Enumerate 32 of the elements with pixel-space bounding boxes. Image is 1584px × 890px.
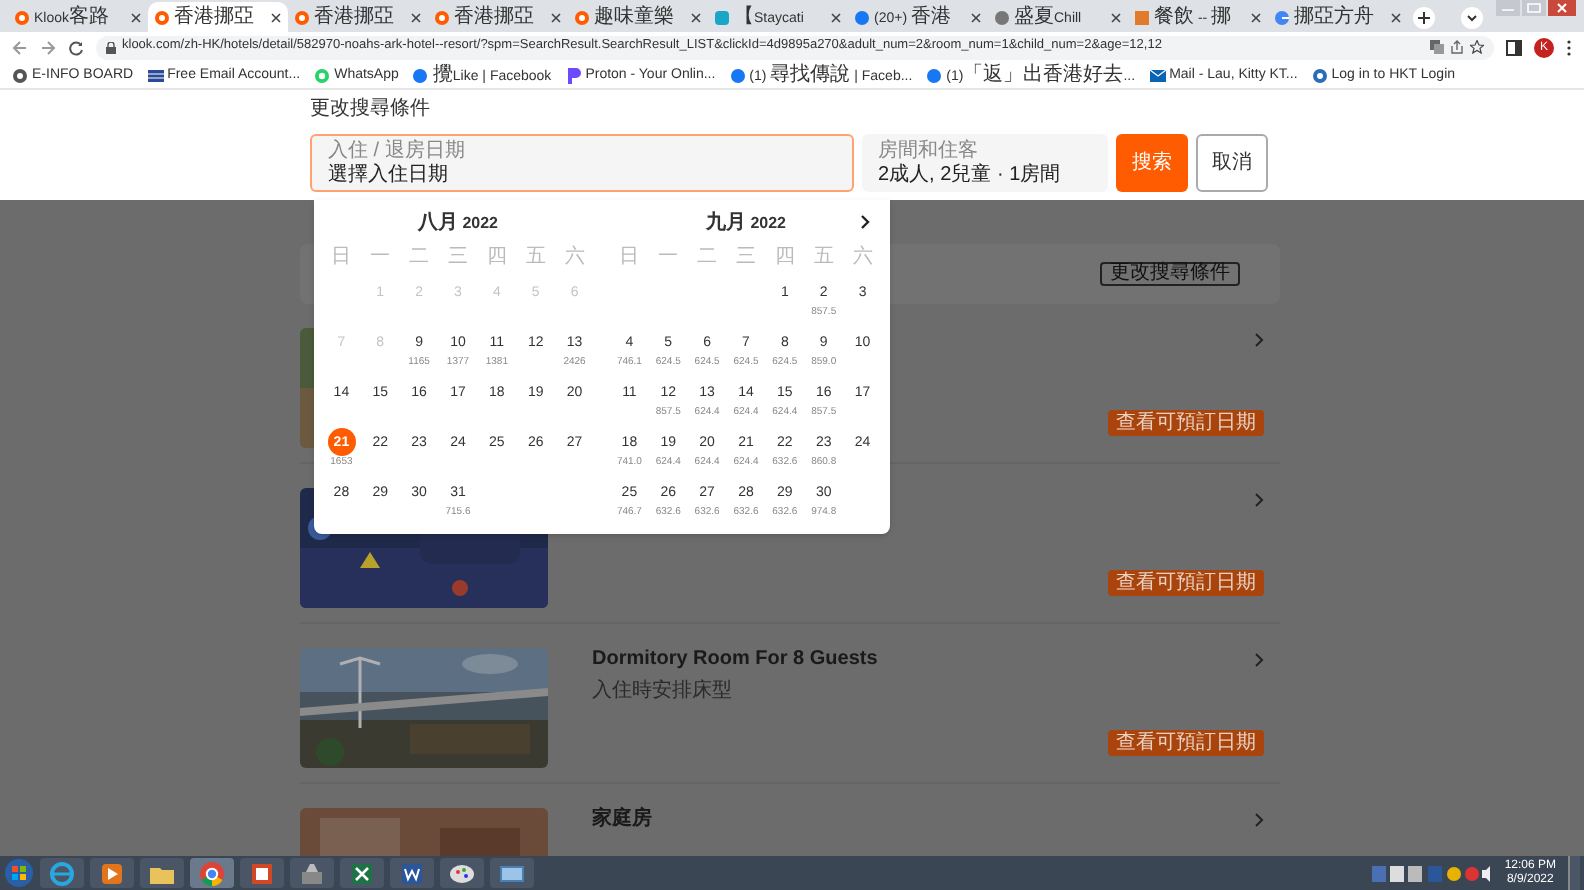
weekday-label: 二 [695,248,720,268]
change-search-button[interactable]: 更改搜尋條件 [1100,262,1240,286]
weekday-label: 四 [484,248,509,268]
month-title: 九月 2022 [705,209,787,237]
weekday-label: 日 [617,248,642,268]
weekday-label: 六 [850,248,875,268]
browser-tab[interactable]: 香港挪亞 [288,2,428,32]
view-dates-button[interactable]: 查看可預訂日期 [1108,570,1264,596]
weekday-label: 三 [733,248,758,268]
weekday-label: 五 [811,248,836,268]
weekday-label: 一 [368,248,393,268]
browser-tab[interactable]: 趣味童樂 [568,2,708,32]
cancel-button[interactable]: 取消 [1196,134,1268,192]
weekday-label: 二 [407,248,432,268]
room-name: 家庭房 [592,808,654,833]
weekday-label: 六 [562,248,587,268]
weekday-label: 四 [772,248,797,268]
input-field[interactable]: 房間和住客 2成人, 2兒童 · 1房間 [862,134,1108,192]
browser-tab[interactable]: 香港挪亞 [428,2,568,32]
search-title: 更改搜尋條件 [310,100,432,120]
input-field[interactable]: 入住 / 退房日期 選擇入住日期 [310,134,854,192]
room-name: Dormitory Room For 8 Guests [592,648,880,673]
browser-tab[interactable]: 香港挪亞 [148,2,288,32]
weekday-label: 一 [656,248,681,268]
month-title: 八月 2022 [417,209,499,237]
browser-tab[interactable]: 挪亞方舟 [1268,2,1408,32]
weekday-label: 日 [329,248,354,268]
weekday-label: 五 [523,248,548,268]
view-dates-button[interactable]: 查看可預訂日期 [1108,730,1264,756]
view-dates-button[interactable]: 查看可預訂日期 [1108,410,1264,436]
room-bed-type: 入住時安排床型 [592,679,734,704]
weekday-label: 三 [445,248,470,268]
